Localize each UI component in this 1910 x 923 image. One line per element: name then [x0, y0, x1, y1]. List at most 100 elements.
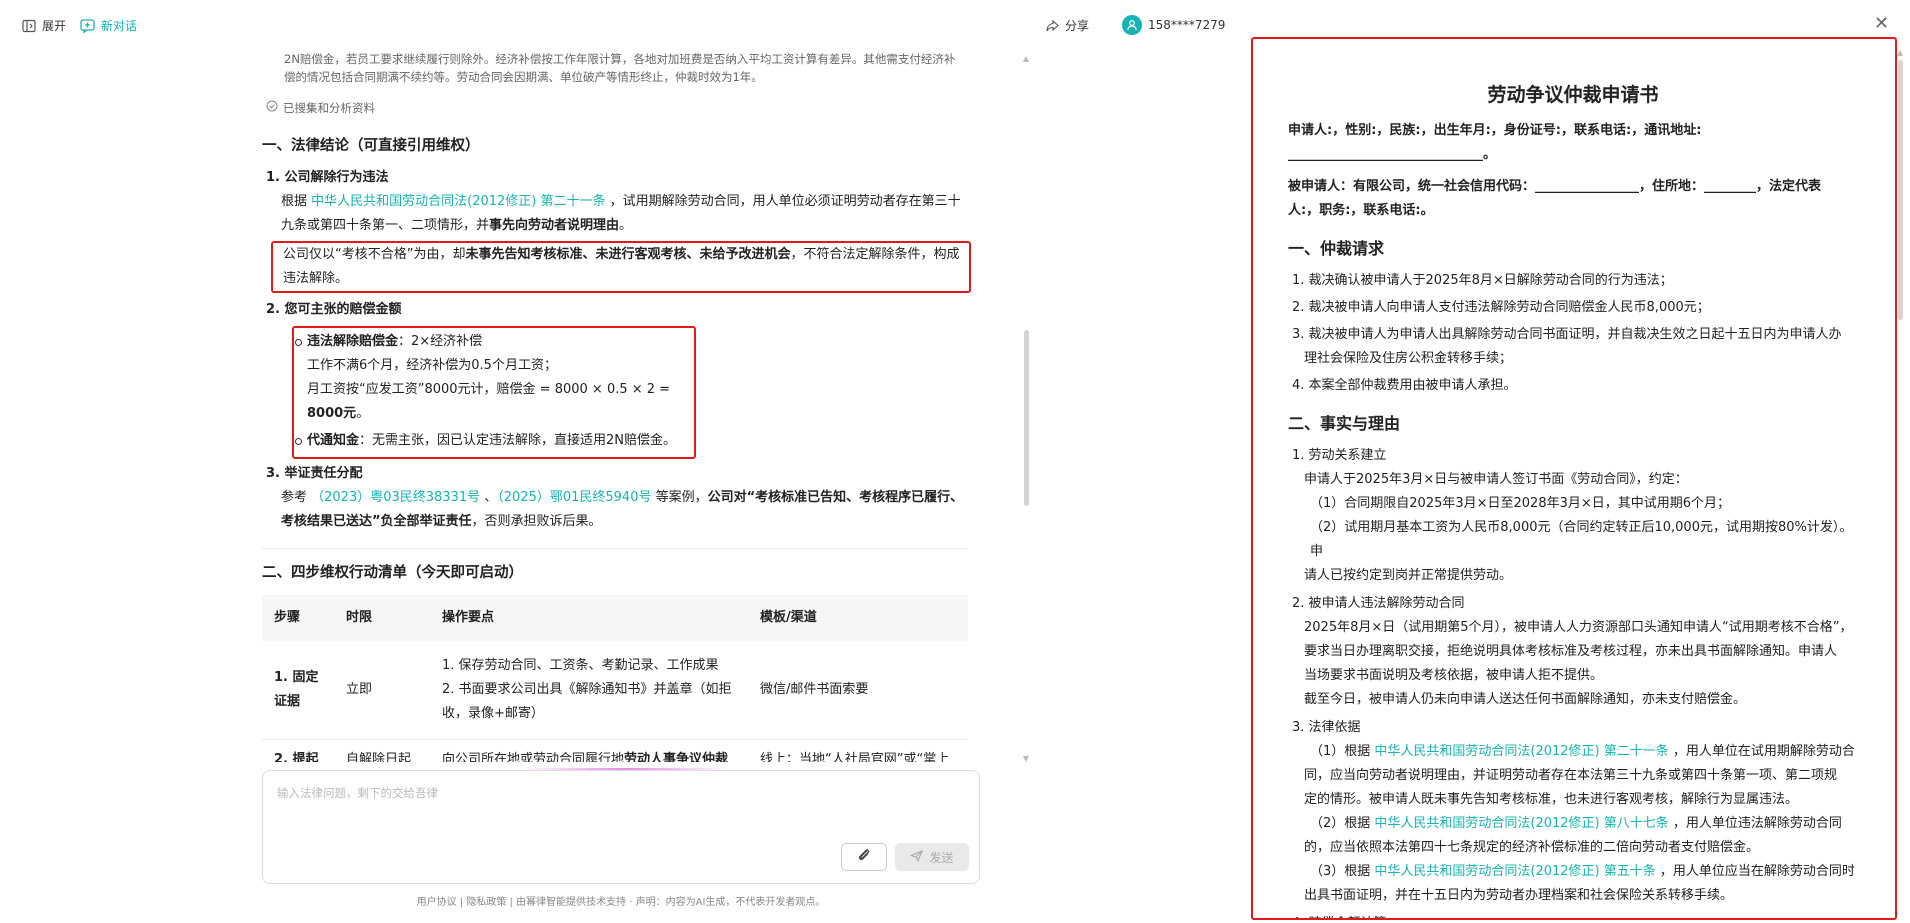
case-link-2[interactable]: （2025）鄂01民终5940号	[497, 490, 651, 505]
bold-text: 事先向劳动者说明理由	[489, 218, 620, 233]
text: ，用人单位在试用期解除劳动合	[1668, 744, 1855, 759]
divider	[262, 548, 968, 549]
item-3-title: 3. 举证责任分配	[266, 466, 363, 481]
item-1-title: 1. 公司解除行为违法	[266, 170, 389, 185]
text: 人:，职务:，联系电话:。	[1288, 203, 1434, 218]
new-chat-icon	[80, 18, 95, 33]
chat-scrollbar-thumb[interactable]	[1024, 330, 1029, 506]
highlight-box-illegal-termination: 公司仅以“考核不合格”为由，却未事先告知考核标准、未进行客观考核、未给予改进机会…	[271, 241, 971, 293]
text: ______________________________。	[1288, 147, 1497, 162]
text: （2）根据	[1310, 816, 1375, 831]
text: 1. 保存劳动合同、工资条、考勤记录、工作成果	[442, 657, 719, 673]
doc-scroll-up-icon[interactable]: ▲	[1897, 48, 1903, 57]
new-chat-label: 新对话	[101, 19, 138, 33]
fact-text: （2）试用期月基本工资为人民币8,000元（合同约定转正后10,000元，试用期…	[1310, 520, 1853, 559]
fact-text: 当场要求书面说明及考核依据，被申请人拒不提供。	[1304, 668, 1604, 683]
fact-title: 1. 劳动关系建立	[1292, 448, 1387, 463]
request-item: 1. 裁决确认被申请人于2025年8月×日解除劳动合同的行为违法；	[1292, 273, 1673, 288]
applicant-info: 申请人:，性别:，民族:，出生年月:，身份证号:，联系电话:，通讯地址: ___…	[1288, 119, 1858, 167]
section-2-heading: 二、四步维权行动清单（今天即可启动）	[262, 565, 523, 581]
scroll-up-arrow-icon[interactable]: ▲	[1022, 54, 1030, 63]
text: ，用人单位违法解除劳动合同	[1668, 816, 1842, 831]
fact-text: 出具书面证明，并在十五日内为劳动者办理档案和社会保险关系转移手续。	[1304, 888, 1734, 903]
fact-text: 截至今日，被申请人仍未向申请人送达任何书面解除通知，亦未支付赔偿金。	[1304, 692, 1747, 707]
fact-text: （1）合同期限自2025年3月×日至2028年3月×日，其中试用期6个月；	[1310, 496, 1731, 511]
fact-title: 4. 赔偿金额计算	[1288, 912, 1858, 918]
intro-line: 偿的情况包括合同期满不续约等。劳动合同会因期满、单位破产等情形终止，仲裁时效为1…	[284, 70, 763, 84]
chat-input-placeholder[interactable]: 输入法律问题，剩下的交给吾律	[277, 785, 438, 801]
text: 月工资按“应发工资”8000元计，赔偿金 = 8000 × 0.5 × 2 =	[307, 382, 671, 397]
send-icon	[909, 849, 924, 865]
fact-text: 请人已按约定到岗并正常提供劳动。	[1304, 568, 1513, 583]
table-header-row: 步骤 时限 操作要点 模板/渠道	[262, 595, 968, 641]
new-chat-button[interactable]: 新对话	[80, 17, 137, 34]
text: （3）根据	[1310, 864, 1375, 879]
text: 。	[619, 218, 633, 233]
share-button[interactable]: 分享	[1046, 17, 1089, 34]
fact-text: 定的情形。被申请人既未事先告知考核标准，也未进行客观考核，解除行为显属违法。	[1304, 792, 1799, 807]
table-cell: 1. 保存劳动合同、工资条、考勤记录、工作成果 2. 书面要求公司出具《解除通知…	[430, 641, 748, 740]
bullet-notice-pay: 代通知金：无需主张，因已认定违法解除，直接适用2N赔偿金。	[295, 429, 690, 453]
text: ，用人单位应当在解除劳动合同时	[1655, 864, 1855, 879]
bullet-illegal-compensation: 违法解除赔偿金：2×经济补偿 工作不满6个月，经济补偿为0.5个月工资； 月工资…	[295, 330, 690, 426]
text: 向公司所在地或劳动合同履行地	[442, 751, 625, 763]
item-2-title: 2. 您可主张的赔偿金额	[266, 302, 402, 317]
share-icon	[1046, 19, 1059, 32]
attach-button[interactable]	[841, 843, 887, 871]
searched-status[interactable]: 已搜集和分析资料	[262, 96, 972, 120]
highlight-box-compensation: 违法解除赔偿金：2×经济补偿 工作不满6个月，经济补偿为0.5个月工资； 月工资…	[292, 326, 696, 459]
check-circle-icon	[266, 96, 278, 120]
table-cell: 向公司所在地或劳动合同履行地劳动人事争议仲裁委员会申请	[430, 739, 748, 762]
share-label: 分享	[1065, 19, 1090, 33]
law-basis-3: （3）根据 中华人民共和国劳动合同法(2012修正) 第五十条 ，用人单位应当在…	[1288, 860, 1858, 884]
text: ，否则承担败诉后果。	[471, 514, 602, 529]
document-body: 劳动争议仲裁申请书 申请人:，性别:，民族:，出生年月:，身份证号:，联系电话:…	[1288, 39, 1858, 918]
searched-label: 已搜集和分析资料	[283, 101, 375, 115]
law-link-article-21[interactable]: 中华人民共和国劳动合同法(2012修正) 第二十一条	[311, 194, 605, 209]
intro-line: 2N赔偿金，若员工要求继续履行则除外。经济补偿按工作年限计算，各地对加班费是否纳…	[284, 52, 956, 66]
table-header: 模板/渠道	[760, 610, 817, 625]
user-menu[interactable]: 158****7279	[1122, 15, 1225, 35]
doc-section-facts: 二、事实与理由	[1288, 414, 1401, 433]
avatar-icon	[1122, 15, 1142, 35]
case-link-1[interactable]: （2023）粤03民终38331号	[311, 490, 480, 505]
text: 。	[356, 406, 370, 421]
expand-button[interactable]: 展开	[22, 17, 66, 34]
table-header: 步骤	[274, 610, 301, 625]
text: 公司仅以“考核不合格”为由，却	[283, 247, 466, 262]
fact-text: 2025年8月×日（试用期第5个月），被申请人人力资源部口头通知申请人“试用期考…	[1304, 620, 1853, 635]
bold-text: 未事先告知考核标准、未进行客观考核、未给予改进机会	[465, 247, 791, 262]
send-button[interactable]: 发送	[895, 843, 969, 871]
text: （1）根据	[1310, 744, 1375, 759]
respondent-info: 被申请人：有限公司，统一社会信用代码：________________，住所地：…	[1288, 175, 1858, 223]
doc-section-requests: 一、仲裁请求	[1288, 239, 1385, 258]
law-link-article-50[interactable]: 中华人民共和国劳动合同法(2012修正) 第五十条	[1374, 864, 1655, 879]
text: 被申请人：有限公司，统一社会信用代码：________________，住所地：…	[1288, 179, 1822, 194]
law-link-article-87[interactable]: 中华人民共和国劳动合同法(2012修正) 第八十七条	[1374, 816, 1668, 831]
text: 工作不满6个月，经济补偿为0.5个月工资；	[307, 358, 557, 373]
footer-disclaimer: 用户协议 | 隐私政策 | 由幂律智能提供技术支持 · 声明：内容为AI生成，不…	[416, 897, 826, 908]
law-basis-2: （2）根据 中华人民共和国劳动合同法(2012修正) 第八十七条 ，用人单位违法…	[1288, 812, 1858, 836]
bold-text: 代通知金	[307, 433, 360, 448]
user-phone: 158****7279	[1148, 18, 1226, 32]
document-scrollbar-thumb[interactable]	[1898, 60, 1903, 320]
text: 申请人:，性别:，民族:，出生年月:，身份证号:，联系电话:，通讯地址:	[1288, 123, 1702, 138]
answer-intro: 2N赔偿金，若员工要求继续履行则除外。经济补偿按工作年限计算，各地对加班费是否纳…	[262, 50, 972, 86]
sidebar-expand-icon	[22, 19, 36, 33]
fact-text: 申请人于2025年3月×日与被申请人签订书面《劳动合同》，约定：	[1304, 472, 1688, 487]
law-link-article-21[interactable]: 中华人民共和国劳动合同法(2012修正) 第二十一条	[1374, 744, 1668, 759]
bold-text: 违法解除赔偿金	[307, 334, 399, 349]
scroll-down-arrow-icon[interactable]: ▼	[1022, 754, 1030, 763]
fact-text: 的，应当依照本法第四十七条规定的经济补偿标准的二倍向劳动者支付赔偿金。	[1304, 840, 1760, 855]
text: 参考	[281, 490, 312, 505]
table-cell: 微信/邮件书面索要	[748, 641, 968, 740]
request-item: 4. 本案全部仲裁费用由被申请人承担。	[1292, 378, 1517, 393]
table-row: 1. 固定证据 立即 1. 保存劳动合同、工资条、考勤记录、工作成果 2. 书面…	[262, 641, 968, 740]
request-item: 3. 裁决被申请人为申请人出具解除劳动合同书面证明，并自裁决生效之日起十五日内为…	[1292, 327, 1842, 342]
table-cell: 自解除日起1年内	[334, 739, 430, 762]
chat-input-box[interactable]: 输入法律问题，剩下的交给吾律 发送	[262, 770, 980, 884]
table-cell: 1. 固定证据	[262, 641, 334, 740]
law-basis-1: （1）根据 中华人民共和国劳动合同法(2012修正) 第二十一条 ，用人单位在试…	[1288, 740, 1858, 764]
fact-text: 同，应当向劳动者说明理由，并证明劳动者存在本法第三十九条或第四十条第一项、第二项…	[1304, 768, 1838, 783]
close-icon[interactable]: ✕	[1874, 13, 1889, 34]
